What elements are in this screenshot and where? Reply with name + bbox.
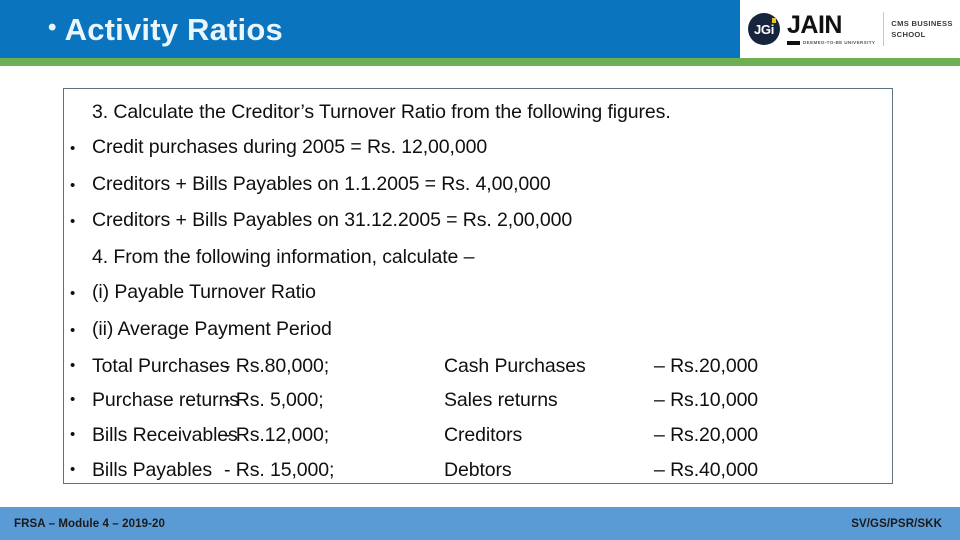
institution-logo: JGi JAIN DEEMED-TO-BE UNIVERSITY CMS BUS… (740, 0, 960, 58)
row-amount-right: – Rs.40,000 (654, 458, 759, 481)
line-text: (i) Payable Turnover Ratio (92, 280, 316, 303)
content-line: • Creditors + Bills Payables on 1.1.2005 … (70, 167, 892, 204)
table-row: • Purchase returns - Rs. 5,000; Sales re… (70, 383, 892, 418)
page-title-text: Activity Ratios (64, 11, 283, 47)
footer-course-label: FRSA – Module 4 – 2019-20 (14, 517, 165, 530)
row-bullet-icon: • (70, 460, 76, 478)
table-row: • Bills Payables - Rs. 15,000; Debtors –… (70, 453, 892, 488)
jain-brand-text: JAIN (787, 11, 842, 39)
jain-dash-icon (787, 40, 800, 45)
content-line: 3. Calculate the Creditor’s Turnover Rat… (70, 95, 892, 130)
jgi-flag-icon (772, 18, 776, 23)
line-text: 4. From the following information, calcu… (92, 246, 475, 269)
row-amount-right: – Rs.10,000 (654, 389, 759, 412)
content-line: 4. From the following information, calcu… (70, 240, 892, 275)
school-name: CMS BUSINESS SCHOOL (891, 18, 952, 40)
jain-brand-block: JAIN DEEMED-TO-BE UNIVERSITY (787, 13, 875, 45)
content-text-box: 3. Calculate the Creditor’s Turnover Rat… (63, 88, 893, 484)
footer-bar: FRSA – Module 4 – 2019-20 SV/GS/PSR/SKK (0, 507, 960, 540)
footer-authors-label: SV/GS/PSR/SKK (851, 517, 942, 530)
row-amount-right: – Rs.20,000 (654, 424, 759, 447)
title-bullet-icon: • (48, 13, 57, 41)
logo-divider (883, 12, 885, 46)
accent-stripe (0, 58, 960, 66)
jain-brand-sub-text: DEEMED-TO-BE UNIVERSITY (803, 40, 876, 45)
page-title: • Activity Ratios (48, 9, 708, 49)
line-bullet-icon: • (70, 321, 76, 339)
row-label-right: Cash Purchases (444, 354, 586, 377)
row-bullet-icon: • (70, 391, 76, 409)
table-row: • Bills Receivables - Rs.12,000; Credito… (70, 418, 892, 453)
row-label-right: Sales returns (444, 389, 558, 412)
content-line: • (i) Payable Turnover Ratio (70, 275, 892, 312)
line-text: (ii) Average Payment Period (92, 317, 332, 340)
row-label: Bills Payables (92, 458, 212, 481)
row-amount-left: - Rs.80,000; (224, 354, 330, 377)
content-line: • Creditors + Bills Payables on 31.12.200… (70, 203, 892, 240)
row-amount-right: – Rs.20,000 (654, 354, 759, 377)
content-line: • Credit purchases during 2005 = Rs. 12,0… (70, 130, 892, 167)
line-bullet-icon: • (70, 139, 76, 157)
row-label: Purchase returns (92, 389, 239, 412)
line-bullet-icon: • (70, 213, 76, 231)
table-row: • Total Purchases - Rs.80,000; Cash Purc… (70, 349, 892, 384)
slide: • Activity Ratios JGi JAIN DEEMED-TO-BE U… (0, 0, 960, 540)
row-bullet-icon: • (70, 426, 76, 444)
row-label-right: Debtors (444, 458, 512, 481)
line-text: Creditors + Bills Payables on 1.1.2005 =… (92, 172, 551, 195)
row-amount-left: - Rs. 5,000; (224, 389, 324, 412)
line-bullet-icon: • (70, 284, 76, 302)
row-amount-left: - Rs. 15,000; (224, 458, 335, 481)
row-amount-left: - Rs.12,000; (224, 424, 330, 447)
line-text: 3. Calculate the Creditor’s Turnover Rat… (92, 101, 671, 123)
jgi-badge-text: JGi (753, 21, 775, 37)
row-label-right: Creditors (444, 424, 523, 447)
line-bullet-icon: • (70, 176, 76, 194)
row-label: Bills Receivables (92, 424, 238, 447)
row-bullet-icon: • (70, 356, 76, 374)
jain-brand-subline: DEEMED-TO-BE UNIVERSITY (787, 40, 875, 45)
school-name-line2: SCHOOL (891, 30, 926, 39)
line-text: Credit purchases during 2005 = Rs. 12,00… (92, 135, 488, 158)
line-text: Creditors + Bills Payables on 31.12.2005… (92, 209, 573, 232)
content-line: • (ii) Average Payment Period (70, 312, 892, 349)
row-label: Total Purchases (92, 354, 230, 377)
school-name-line1: CMS BUSINESS (891, 19, 953, 28)
jgi-badge-icon: JGi (748, 13, 780, 45)
